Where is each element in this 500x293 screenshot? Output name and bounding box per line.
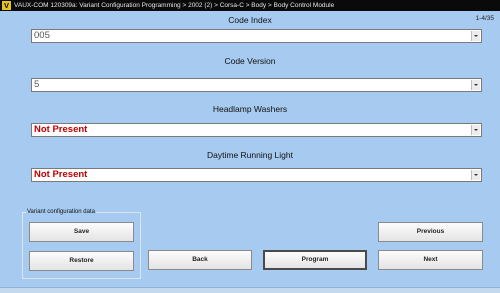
next-button[interactable]: Next <box>378 250 483 270</box>
title-bar: V VAUX-COM 120309a: Variant Configuratio… <box>0 0 500 11</box>
window-title: VAUX-COM 120309a: Variant Configuration … <box>14 2 335 9</box>
variant-config-group-label: Variant configuration data <box>26 209 96 215</box>
status-strip <box>0 287 500 293</box>
code-index-select[interactable]: 005 <box>31 29 482 43</box>
chevron-down-icon[interactable] <box>471 31 480 41</box>
code-version-select[interactable]: 5 <box>31 78 482 92</box>
chevron-down-icon[interactable] <box>471 80 480 90</box>
save-button[interactable]: Save <box>29 222 134 242</box>
headlamp-washers-label: Headlamp Washers <box>212 104 288 114</box>
chevron-down-icon[interactable] <box>471 170 480 180</box>
code-index-value: 005 <box>34 30 50 41</box>
app-logo-icon: V <box>2 1 11 10</box>
program-button[interactable]: Program <box>263 250 367 270</box>
previous-button[interactable]: Previous <box>378 222 483 242</box>
back-button[interactable]: Back <box>148 250 252 270</box>
daytime-running-light-value: Not Present <box>34 169 88 180</box>
headlamp-washers-value: Not Present <box>34 124 88 135</box>
daytime-running-light-label: Daytime Running Light <box>207 150 293 160</box>
code-version-label: Code Version <box>224 56 276 66</box>
code-version-value: 5 <box>34 79 40 90</box>
headlamp-washers-select[interactable]: Not Present <box>31 123 482 137</box>
code-index-label: Code Index <box>228 15 272 25</box>
daytime-running-light-select[interactable]: Not Present <box>31 168 482 182</box>
restore-button[interactable]: Restore <box>29 251 134 271</box>
chevron-down-icon[interactable] <box>471 125 480 135</box>
